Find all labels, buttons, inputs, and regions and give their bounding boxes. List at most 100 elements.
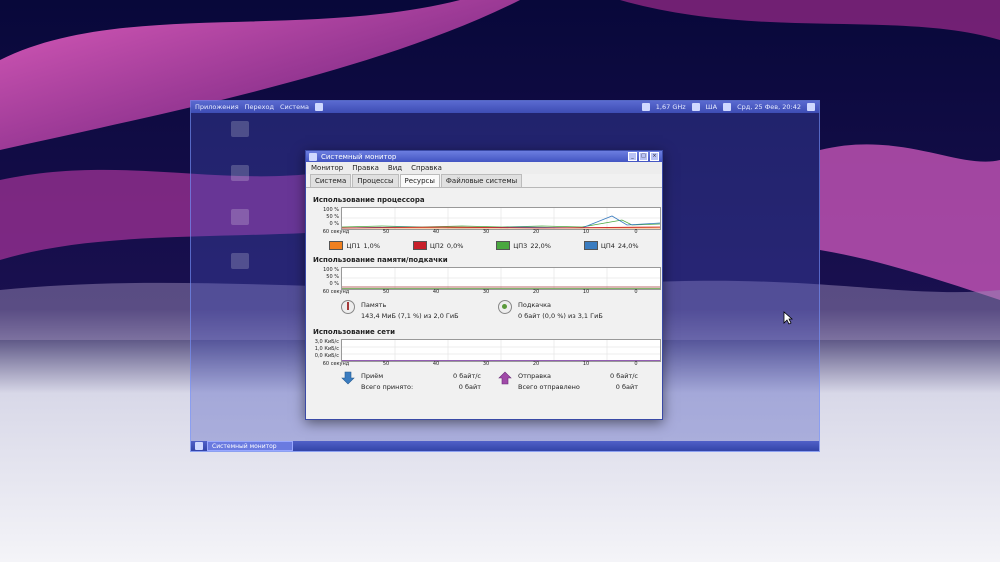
cpu-frequency: 1,67 GHz [655,103,686,111]
tab-resources[interactable]: Ресурсы [399,174,440,187]
menu-system[interactable]: Система [280,103,309,111]
memory-section-title: Использование памяти/подкачки [313,256,448,264]
network-graph [341,339,661,362]
tab-filesystems[interactable]: Файловые системы [440,174,523,187]
network-y-labels: 3,0 КиБ/с 1,0 КиБ/с 0,0 КиБ/с [311,339,339,360]
cpu-y-labels: 100 % 50 % 0 % [311,207,339,228]
x-tick: 50 [382,361,390,367]
swap-info: Подкачка 0 байт (0,0 %) из 3,1 ГиБ [498,300,655,322]
color-swatch[interactable] [496,241,511,250]
legend-value: 1,0% [363,241,380,250]
x-tick: 60 секунд [322,361,350,367]
x-tick: 10 [582,229,590,235]
legend-label: ЦП4 [600,241,615,250]
bottom-panel: Системный монитор [191,441,819,451]
computer-icon [231,121,249,137]
memory-value: 143,4 МиБ (7,1 %) из 2,0 ГиБ [361,312,459,320]
show-desktop-icon[interactable] [195,442,203,450]
network-graph-area: 3,0 КиБ/с 1,0 КиБ/с 0,0 КиБ/с 60 секунд … [315,339,661,367]
menu-applications[interactable]: Приложения [195,103,239,111]
bluetooth-icon[interactable] [691,103,700,111]
x-tick: 40 [432,361,440,367]
cpu4-legend: ЦП4 24,0% [583,241,639,250]
x-tick: 50 [382,289,390,295]
arrow-up-icon[interactable] [498,371,512,385]
network-icon [231,209,249,225]
window-title: Системный монитор [321,152,397,161]
maximize-button[interactable]: □ [639,152,648,161]
x-tick: 30 [482,229,490,235]
launcher-icon[interactable] [314,103,323,111]
arrow-down-icon[interactable] [341,371,355,385]
y-tick: 0 % [329,221,339,227]
keyboard-layout[interactable]: ША [706,103,717,111]
resources-panel: Использование процессора 100 % 50 % 0 % [306,188,662,395]
cpu-x-labels: 60 секунд 50 40 30 20 10 0 [311,229,661,235]
clock[interactable]: Срд, 25 Фев, 20:42 [737,103,801,111]
desktop-icon[interactable] [205,121,275,151]
volume-icon[interactable] [723,103,732,111]
taskbar-label: Системный монитор [212,442,277,450]
trash-icon [231,253,249,269]
cpu-graph-area: 100 % 50 % 0 % 60 секунд 50 40 30 20 10 … [323,207,661,235]
x-tick: 10 [582,361,590,367]
menu-monitor[interactable]: Монитор [311,164,343,172]
desktop-icon[interactable] [205,253,275,283]
desktop-icon[interactable] [205,209,275,239]
titlebar[interactable]: Системный монитор _ □ × [306,151,662,162]
tab-processes[interactable]: Процессы [352,174,399,187]
memory-y-labels: 100 % 50 % 0 % [311,267,339,288]
y-tick: 0 % [329,281,339,287]
y-tick: 50 % [326,274,339,280]
legend-label: ЦП2 [429,241,444,250]
menu-view[interactable]: Вид [388,164,402,172]
tab-system[interactable]: Система [310,174,352,187]
mouse-cursor-icon [783,311,793,325]
receive-rate: 0 байт/с [453,372,481,380]
network-icon[interactable] [641,103,650,111]
desktop-icon[interactable] [205,165,275,195]
receive-info: Приём 0 байт/с Всего принято: 0 байт [341,371,498,393]
close-button[interactable]: × [650,152,659,161]
y-tick: 1,0 КиБ/с [314,346,339,352]
send-rate: 0 байт/с [610,372,638,380]
x-tick: 20 [532,229,540,235]
x-tick: 30 [482,289,490,295]
cpu-graph [341,207,661,230]
x-tick: 40 [432,229,440,235]
color-swatch[interactable] [329,241,344,250]
y-tick: 100 % [323,267,339,273]
swap-gauge-icon[interactable] [498,300,512,314]
y-tick: 3,0 КиБ/с [314,339,339,345]
cpu3-legend: ЦП3 22,0% [496,241,551,250]
menubar: Монитор Правка Вид Справка [306,162,662,174]
memory-graph-area: 100 % 50 % 0 % 60 секунд 50 40 30 20 10 … [323,267,661,295]
x-tick: 60 секунд [322,289,350,295]
receive-total: 0 байт [458,383,481,391]
memory-legend: Память 143,4 МиБ (7,1 %) из 2,0 ГиБ Подк… [341,300,655,322]
x-tick: 30 [482,361,490,367]
x-tick: 50 [382,229,390,235]
send-total: 0 байт [615,383,638,391]
legend-label: ЦП3 [513,241,528,250]
x-tick: 20 [532,361,540,367]
cpu-section-title: Использование процессора [313,196,425,204]
taskbar-item-system-monitor[interactable]: Системный монитор [207,441,293,451]
minimize-button[interactable]: _ [628,152,637,161]
legend-value: 0,0% [446,241,464,250]
color-swatch[interactable] [412,241,427,250]
menu-help[interactable]: Справка [411,164,442,172]
x-tick: 0 [634,361,638,367]
memory-info: Память 143,4 МиБ (7,1 %) из 2,0 ГиБ [341,300,498,322]
color-swatch[interactable] [583,241,598,250]
swap-value: 0 байт (0,0 %) из 3,1 ГиБ [518,312,603,320]
menu-edit[interactable]: Правка [352,164,379,172]
y-tick: 0,0 КиБ/с [314,353,339,359]
x-tick: 0 [634,229,638,235]
cpu1-legend: ЦП1 1,0% [329,241,380,250]
exit-icon[interactable] [807,103,815,111]
x-tick: 60 секунд [322,229,350,235]
memory-gauge-icon[interactable] [341,300,355,314]
menu-places[interactable]: Переход [245,103,274,111]
send-info: Отправка 0 байт/с Всего отправлено 0 байт [498,371,655,393]
